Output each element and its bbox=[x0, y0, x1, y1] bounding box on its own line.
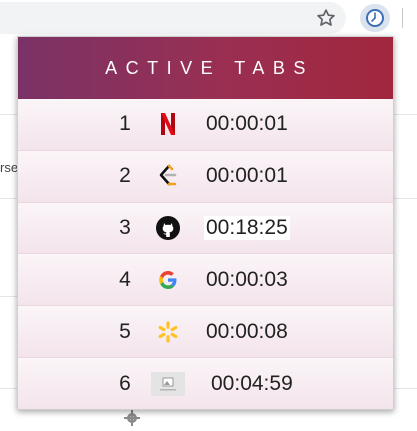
tab-time: 00:00:01 bbox=[206, 112, 288, 136]
tab-index: 2 bbox=[119, 164, 131, 188]
tab-row[interactable]: 6 00:04:59 bbox=[18, 357, 393, 409]
bg-divider bbox=[0, 296, 17, 297]
tab-index: 1 bbox=[119, 112, 131, 136]
bg-divider bbox=[394, 388, 417, 389]
bg-divider bbox=[0, 388, 17, 389]
toolbar-separator bbox=[402, 8, 403, 28]
github-icon bbox=[156, 215, 180, 240]
background-text: rse bbox=[0, 160, 19, 175]
clock-icon bbox=[366, 9, 384, 27]
tab-index: 5 bbox=[119, 319, 131, 343]
popup-header: ACTIVE TABS bbox=[18, 37, 393, 99]
tab-time: 00:00:03 bbox=[206, 267, 288, 291]
address-bar[interactable] bbox=[0, 2, 346, 34]
tab-row[interactable]: 3 00:18:25 bbox=[18, 202, 393, 255]
tab-row[interactable]: 5 00:00:08 bbox=[18, 306, 393, 358]
tab-index: 6 bbox=[119, 371, 131, 395]
leetcode-icon bbox=[156, 164, 180, 188]
tab-time: 00:00:01 bbox=[206, 164, 288, 188]
bg-divider bbox=[394, 198, 417, 199]
google-icon bbox=[156, 268, 180, 292]
popup-title: ACTIVE TABS bbox=[105, 57, 314, 78]
tab-row[interactable]: 2 00:00:01 bbox=[18, 150, 393, 203]
active-tabs-extension-button[interactable] bbox=[360, 4, 390, 32]
active-tabs-popup: ACTIVE TABS 1 00:00:01 2 00:00:01 3 00:1… bbox=[17, 36, 394, 410]
tab-index: 4 bbox=[119, 267, 131, 291]
tab-row[interactable]: 4 00:00:03 bbox=[18, 254, 393, 307]
bg-divider bbox=[0, 198, 17, 199]
bg-divider bbox=[394, 114, 417, 115]
generic-page-icon bbox=[151, 371, 185, 396]
bg-divider bbox=[0, 114, 17, 115]
tab-time: 00:18:25 bbox=[204, 215, 290, 240]
tab-row[interactable]: 1 00:00:01 bbox=[18, 99, 393, 151]
gear-icon[interactable] bbox=[124, 410, 140, 426]
tab-index: 3 bbox=[119, 215, 131, 239]
bookmark-star-icon[interactable] bbox=[314, 6, 338, 30]
netflix-icon bbox=[156, 112, 180, 136]
tab-time: 00:00:08 bbox=[206, 319, 288, 343]
tab-list: 1 00:00:01 2 00:00:01 3 00:18:25 4 00:00… bbox=[18, 99, 393, 409]
browser-toolbar bbox=[0, 0, 417, 36]
walmart-icon bbox=[156, 320, 180, 344]
tab-time: 00:04:59 bbox=[211, 371, 293, 395]
